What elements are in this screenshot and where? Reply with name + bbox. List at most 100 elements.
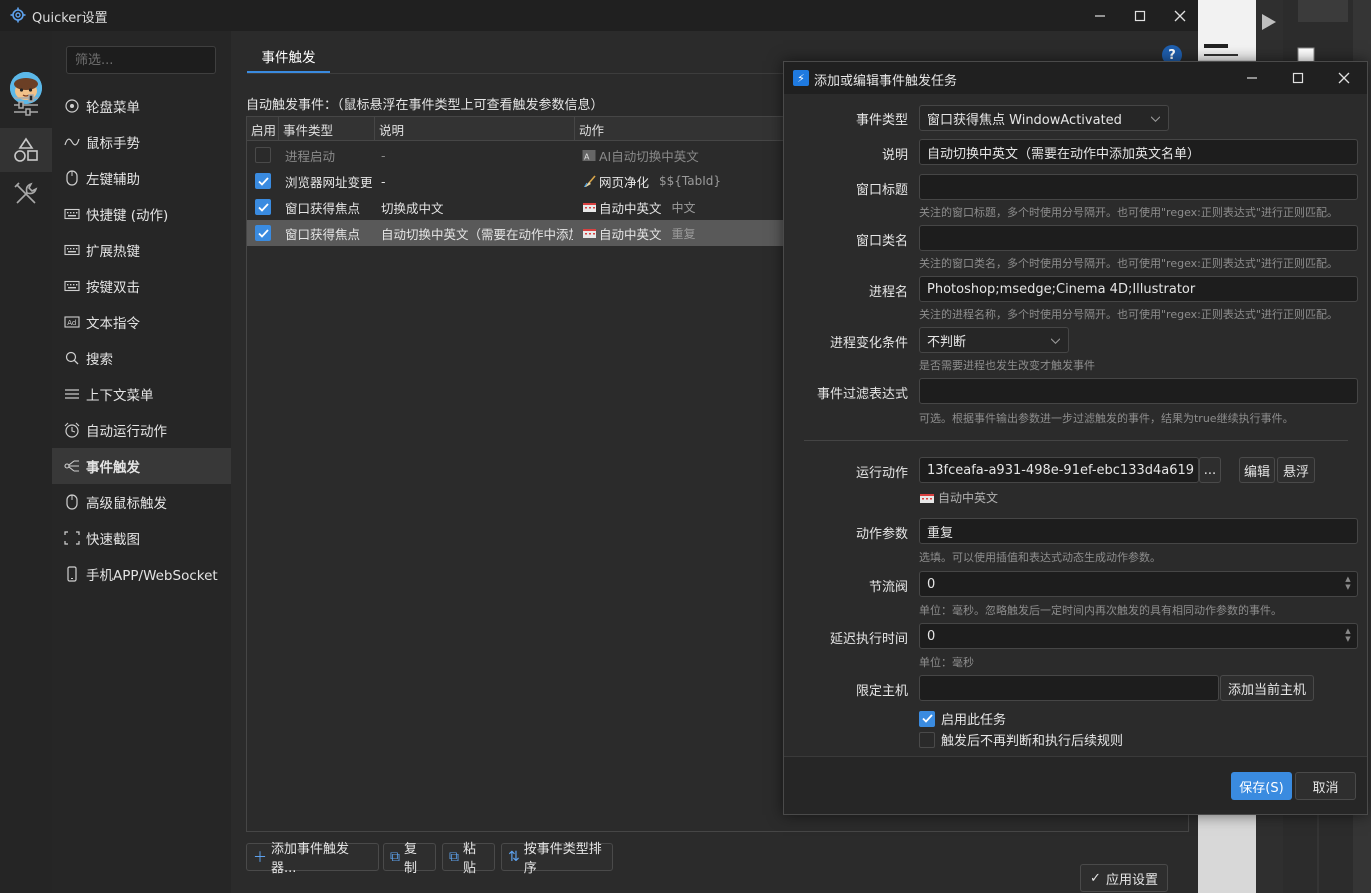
- add-current-host-button[interactable]: 添加当前主机: [1220, 675, 1314, 701]
- throttle-label: 节流阀: [868, 580, 908, 595]
- nav-item-mouse-gesture[interactable]: 鼠标手势: [52, 124, 231, 160]
- row-enable-checkbox[interactable]: [255, 225, 271, 241]
- stop-after-trigger-checkbox[interactable]: 触发后不再判断和执行后续规则: [919, 730, 1123, 749]
- spinner-icon[interactable]: ▲ ▼: [1343, 627, 1353, 645]
- nav-item-search[interactable]: 搜索: [52, 340, 231, 376]
- sort-by-type-button[interactable]: ⇅ 按事件类型排序: [501, 842, 613, 876]
- dialog-maximize-button[interactable]: [1275, 62, 1321, 94]
- keyboard-icon: [64, 278, 80, 294]
- window-title-field[interactable]: [919, 174, 1358, 200]
- gear-icon: [10, 7, 26, 23]
- stop-after-box[interactable]: [919, 731, 935, 748]
- nav-item-label: 自动运行动作: [86, 424, 167, 440]
- edit-action-button[interactable]: 编辑: [1239, 457, 1275, 483]
- tab-event-trigger[interactable]: 事件触发: [247, 41, 330, 73]
- close-button[interactable]: [1160, 0, 1200, 31]
- dialog-title: 添加或编辑事件触发任务: [814, 74, 958, 89]
- row-action-name: 自动中英文: [599, 226, 662, 242]
- paste-button[interactable]: ⧉ 粘贴: [442, 842, 495, 876]
- row-action-name: 自动中英文: [599, 200, 662, 216]
- window-title-hint: 关注的窗口标题，多个时使用分号隔开。也可使用"regex:正则表达式"进行正则匹…: [919, 206, 1338, 219]
- svg-text:Ad: Ad: [67, 319, 76, 327]
- float-action-button[interactable]: 悬浮: [1277, 457, 1315, 483]
- keyboard-icon: [64, 206, 80, 222]
- row-action-name: AI自动切换中英文: [599, 148, 699, 164]
- dialog-minimize-button[interactable]: [1229, 62, 1275, 94]
- throttle-field[interactable]: 0 ▲ ▼: [919, 571, 1358, 597]
- col-enabled[interactable]: 启用: [247, 117, 279, 141]
- dialog-close-button[interactable]: [1321, 62, 1367, 94]
- nav-item-context-menu[interactable]: 上下文菜单: [52, 376, 231, 412]
- stop-after-label: 触发后不再判断和执行后续规则: [941, 734, 1124, 749]
- search-icon: [64, 350, 80, 366]
- nav-item-phone-app[interactable]: 手机APP/WebSocket: [52, 556, 231, 592]
- col-event-type[interactable]: 事件类型: [279, 117, 375, 141]
- action-param-hint: 选填。可以使用插值和表达式动态生成动作参数。: [919, 551, 1161, 564]
- row-enable-checkbox[interactable]: [255, 199, 271, 215]
- minimize-icon: [1247, 77, 1257, 79]
- row-event-type: 进程启动: [285, 148, 336, 164]
- checkmark-icon: [921, 714, 933, 723]
- row-event-type: 窗口获得焦点: [285, 226, 361, 242]
- row-event-type: 窗口获得焦点: [285, 200, 361, 216]
- window-class-field[interactable]: [919, 225, 1358, 251]
- checkmark-icon: [257, 176, 269, 186]
- nav-item-hotkey-action[interactable]: 快捷键 (动作): [52, 196, 231, 232]
- browse-action-button[interactable]: ...: [1199, 457, 1221, 483]
- apply-settings-button[interactable]: ✓ 应用设置: [1080, 864, 1168, 892]
- enable-task-checkbox[interactable]: 启用此任务: [919, 709, 1006, 728]
- process-name-field[interactable]: Photoshop;msedge;Cinema 4D;Illustrator: [919, 276, 1358, 302]
- nav-item-wheel-menu[interactable]: 轮盘菜单: [52, 88, 231, 124]
- row-action: A AI自动切换中英文: [582, 142, 699, 168]
- spinner-icon[interactable]: ▲ ▼: [1343, 575, 1353, 593]
- copy-button[interactable]: ⧉ 复制: [383, 842, 436, 876]
- run-action-field[interactable]: 13fceafa-a931-498e-91ef-ebc133d4a619: [919, 457, 1199, 483]
- nav-item-left-click[interactable]: 左键辅助: [52, 160, 231, 196]
- process-change-label: 进程变化条件: [829, 336, 908, 351]
- cancel-button[interactable]: 取消: [1295, 772, 1356, 800]
- process-change-hint: 是否需要进程也发生改变才触发事件: [919, 359, 1095, 372]
- nav-item-extended-hotkey[interactable]: 扩展热键: [52, 232, 231, 268]
- action-param-label: 动作参数: [855, 527, 908, 542]
- row-enable-checkbox[interactable]: [255, 173, 271, 189]
- action-param-field[interactable]: 重复: [919, 518, 1358, 544]
- save-button[interactable]: 保存(S): [1231, 772, 1292, 800]
- nav-item-label: 快捷键 (动作): [86, 208, 169, 224]
- chevron-down-icon: [1151, 116, 1160, 122]
- process-change-select[interactable]: 不判断: [919, 327, 1069, 353]
- enable-task-box[interactable]: [919, 710, 935, 727]
- throttle-hint: 单位：毫秒。忽略触发后一定时间内再次触发的具有相同动作参数的事件。: [919, 604, 1282, 617]
- sliders-icon-tab[interactable]: [0, 83, 52, 127]
- nav-item-screenshot[interactable]: 快速截图: [52, 520, 231, 556]
- nav-item-double-key[interactable]: 按键双击: [52, 268, 231, 304]
- keyboard-icon: [583, 203, 596, 212]
- lightning-icon: ⚡: [793, 70, 809, 86]
- nav-item-label: 手机APP/WebSocket: [86, 568, 218, 584]
- keyboard-icon: [583, 229, 596, 238]
- minimize-button[interactable]: [1080, 0, 1120, 31]
- maximize-button[interactable]: [1120, 0, 1160, 31]
- row-action-param: 中文: [671, 200, 696, 215]
- tools-icon: [14, 182, 38, 204]
- shapes-icon-tab[interactable]: [0, 128, 52, 172]
- nav-item-auto-run[interactable]: 自动运行动作: [52, 412, 231, 448]
- nav-item-advanced-mouse[interactable]: 高级鼠标触发: [52, 484, 231, 520]
- host-field[interactable]: [919, 675, 1219, 701]
- event-type-select[interactable]: 窗口获得焦点 WindowActivated: [919, 105, 1169, 131]
- filter-input[interactable]: [66, 46, 216, 74]
- nav-item-label: 高级鼠标触发: [86, 496, 167, 512]
- check-icon: ✓: [1090, 870, 1101, 886]
- dialog-title-bar: ⚡ 添加或编辑事件触发任务: [784, 62, 1367, 94]
- nav-item-event-trigger[interactable]: 事件触发: [52, 448, 231, 484]
- description-field[interactable]: 自动切换中英文（需要在动作中添加英文名单）: [919, 139, 1358, 165]
- tools-icon-tab[interactable]: [0, 172, 52, 216]
- add-trigger-button[interactable]: ＋添加事件触发器...: [246, 842, 379, 876]
- row-action-name: 网页净化: [599, 174, 650, 190]
- row-enable-checkbox[interactable]: [255, 147, 271, 163]
- col-description[interactable]: 说明: [375, 117, 575, 141]
- nav-item-text-command[interactable]: Ad 文本指令: [52, 304, 231, 340]
- host-label: 限定主机: [855, 684, 908, 699]
- filter-expression-field[interactable]: [919, 378, 1358, 404]
- row-description: 自动切换中英文（需要在动作中添加: [381, 226, 573, 242]
- delay-field[interactable]: 0 ▲ ▼: [919, 623, 1358, 649]
